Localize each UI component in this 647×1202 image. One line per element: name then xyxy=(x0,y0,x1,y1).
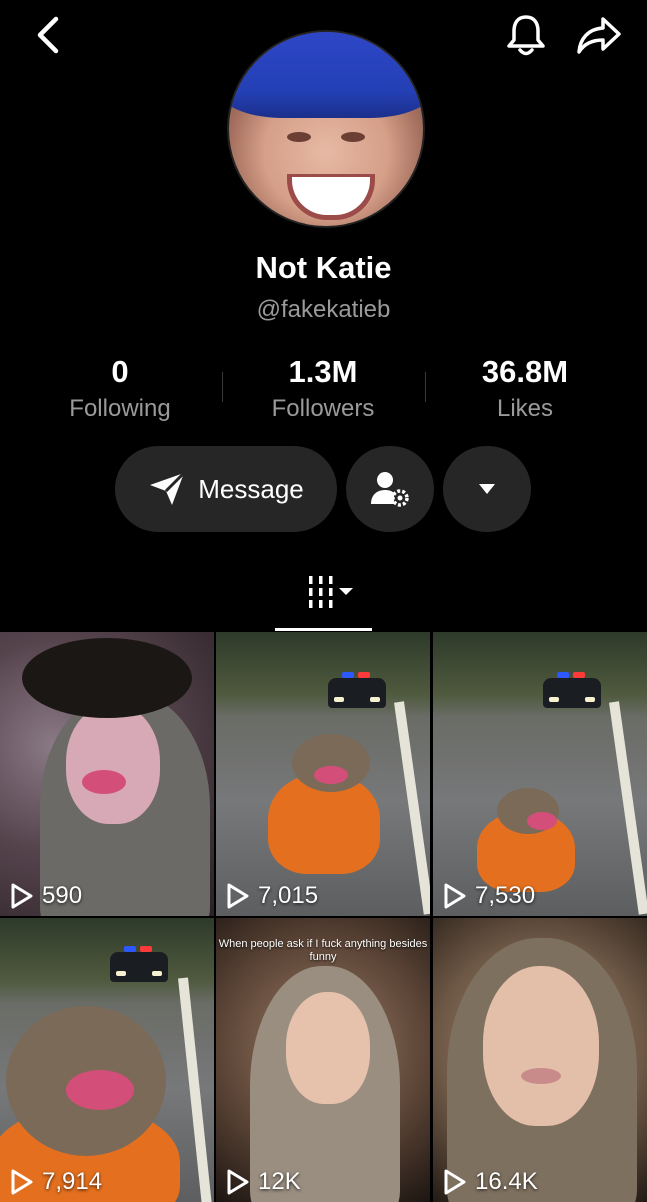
avatar-smile xyxy=(287,174,375,220)
video-thumbnail[interactable]: 590 xyxy=(0,632,214,916)
message-button[interactable]: Message xyxy=(115,446,337,532)
headlight xyxy=(116,971,126,976)
play-outline-icon xyxy=(444,1169,466,1195)
tab-underline xyxy=(275,628,372,631)
video-thumbnail[interactable]: When people ask if I fuck anything besid… xyxy=(216,918,430,1202)
play-outline-icon xyxy=(227,883,249,909)
road-line xyxy=(178,977,213,1202)
bell-icon xyxy=(507,15,545,56)
stat-following[interactable]: 0 Following xyxy=(20,354,220,423)
siren-blue xyxy=(342,672,354,678)
face-shape xyxy=(286,992,370,1104)
view-count: 16.4K xyxy=(443,1168,538,1196)
video-thumbnail[interactable]: 7,914 xyxy=(0,918,214,1202)
siren-red xyxy=(573,672,585,678)
caret-down-icon xyxy=(479,484,495,494)
view-count: 7,914 xyxy=(10,1168,102,1196)
share-button[interactable] xyxy=(570,10,628,60)
stat-label: Following xyxy=(69,395,171,422)
road-line xyxy=(394,701,430,915)
notifications-button[interactable] xyxy=(500,10,552,60)
lips-shape xyxy=(314,766,348,784)
headlight xyxy=(152,971,162,976)
video-thumbnail[interactable]: 7,530 xyxy=(433,632,647,916)
profile-name: Not Katie xyxy=(255,250,392,285)
play-outline-icon xyxy=(227,1169,249,1195)
play-outline-icon xyxy=(11,1169,33,1195)
stat-likes[interactable]: 36.8M Likes xyxy=(425,354,625,423)
view-count: 590 xyxy=(10,882,82,910)
stat-value: 36.8M xyxy=(481,354,569,389)
avatar-eye-right xyxy=(341,132,365,142)
hair-shape xyxy=(22,638,192,718)
siren-red xyxy=(140,946,152,952)
message-button-label: Message xyxy=(198,473,304,504)
view-count: 12K xyxy=(226,1168,301,1196)
headlight xyxy=(334,697,344,702)
headlight xyxy=(370,697,380,702)
view-count: 7,015 xyxy=(226,882,318,910)
face-shape xyxy=(66,704,160,824)
stat-followers[interactable]: 1.3M Followers xyxy=(223,354,423,423)
siren-red xyxy=(358,672,370,678)
lips-shape xyxy=(82,770,126,794)
view-count-text: 12K xyxy=(258,1168,301,1195)
chevron-left-icon xyxy=(37,16,59,54)
video-thumbnail[interactable]: 7,015 xyxy=(216,632,430,916)
lips-shape xyxy=(66,1070,134,1110)
paper-plane-icon xyxy=(150,471,186,505)
tab-videos[interactable] xyxy=(275,568,372,632)
stat-label: Likes xyxy=(496,395,554,422)
view-count-text: 7,015 xyxy=(258,882,319,909)
video-caption: When people ask if I fuck anything besid… xyxy=(218,938,428,963)
stat-value: 0 xyxy=(111,354,129,389)
play-outline-icon xyxy=(11,883,33,909)
view-count: 7,530 xyxy=(443,882,535,910)
back-button[interactable] xyxy=(22,12,72,58)
siren-blue xyxy=(124,946,136,952)
video-grid: 590 7,015 7,530 7,914 When people ask if… xyxy=(0,632,647,1202)
profile-handle: @fakekatieb xyxy=(256,296,391,323)
road-line xyxy=(609,701,647,915)
view-count-text: 16.4K xyxy=(475,1168,538,1195)
police-car xyxy=(543,672,601,708)
siren-blue xyxy=(557,672,569,678)
avatar-eye-left xyxy=(287,132,311,142)
view-count-text: 590 xyxy=(42,882,83,909)
profile-avatar[interactable] xyxy=(227,30,425,228)
lips-shape xyxy=(527,812,557,830)
grid-lines-icon xyxy=(308,576,353,608)
lips-shape xyxy=(521,1068,561,1084)
stat-value: 1.3M xyxy=(288,354,358,389)
view-count-text: 7,914 xyxy=(42,1168,103,1195)
avatar-beanie xyxy=(229,32,423,118)
share-arrow-icon xyxy=(577,17,621,54)
police-car xyxy=(328,672,386,708)
person-gear-icon xyxy=(371,472,409,507)
headlight xyxy=(585,697,595,702)
view-count-text: 7,530 xyxy=(475,882,536,909)
police-car xyxy=(110,946,168,982)
video-thumbnail[interactable]: 16.4K xyxy=(433,918,647,1202)
add-friend-button[interactable] xyxy=(346,446,434,532)
headlight xyxy=(549,697,559,702)
face-shape xyxy=(483,966,599,1126)
play-outline-icon xyxy=(444,883,466,909)
more-options-button[interactable] xyxy=(443,446,531,532)
stat-label: Followers xyxy=(271,395,375,422)
